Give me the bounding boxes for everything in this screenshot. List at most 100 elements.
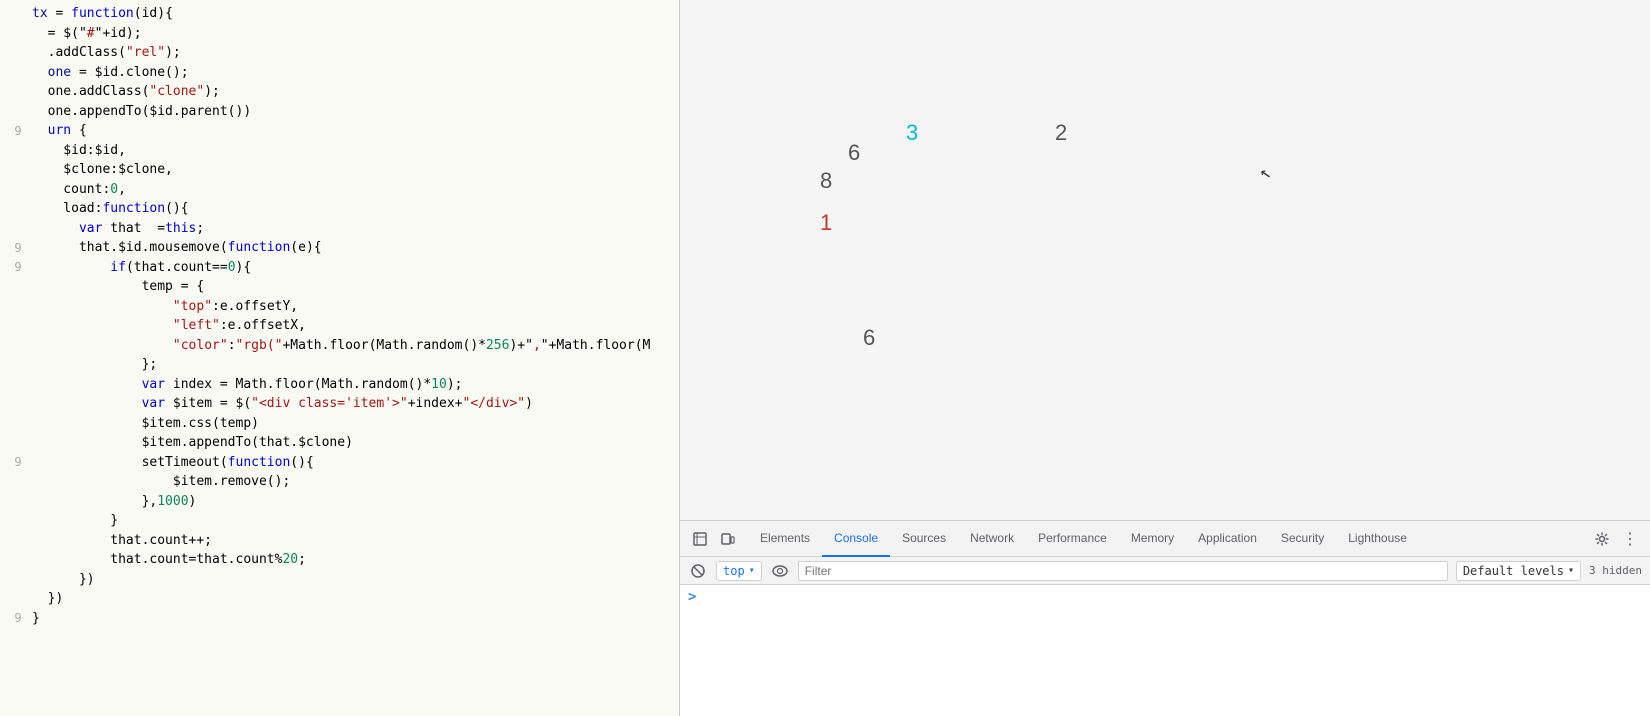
cursor-pointer: ↖ [1258,161,1272,184]
line-content: tx = function(id){ [28,4,679,24]
devtools-tabs-toolbar: Elements Console Sources Network Perform… [680,521,1650,557]
line-gutter [8,336,28,356]
line-gutter [8,24,28,44]
line-gutter [8,82,28,102]
line-content: } [28,511,679,531]
line-gutter [8,492,28,512]
float-num-6a: 6 [848,140,860,166]
code-line-21: var $item = $("<div class='item'>"+index… [0,394,679,414]
code-line-22: $item.css(temp) [0,414,679,434]
code-line-9: $clone:$clone, [0,160,679,180]
devtools-left-icons [688,527,740,551]
line-content: that.count=that.count%20; [28,550,679,570]
line-content: }; [28,355,679,375]
line-content: urn { [28,121,679,141]
line-content: "top":e.offsetY, [28,297,679,317]
line-gutter [8,355,28,375]
float-num-2: 2 [1055,120,1067,146]
line-gutter [8,180,28,200]
line-gutter [8,160,28,180]
main-layout: tx = function(id){ = $("#"+id); .addClas… [0,0,1650,716]
line-content: = $("#"+id); [28,24,679,44]
code-line-19: }; [0,355,679,375]
line-gutter [8,102,28,122]
line-content: var that =this; [28,219,679,239]
line-content: $id:$id, [28,141,679,161]
tab-performance[interactable]: Performance [1026,521,1119,557]
devtools-right-icons: ⋮ [1590,527,1642,551]
more-options-button[interactable]: ⋮ [1618,527,1642,551]
tab-security[interactable]: Security [1269,521,1336,557]
tab-lighthouse[interactable]: Lighthouse [1336,521,1419,557]
tab-network[interactable]: Network [958,521,1026,557]
line-content: temp = { [28,277,679,297]
line-gutter [8,141,28,161]
line-content: }) [28,570,679,590]
float-num-6b: 6 [863,325,875,351]
line-content: var $item = $("<div class='item'>"+index… [28,394,679,414]
line-content: if(that.count==0){ [28,258,679,278]
code-line-27: } [0,511,679,531]
code-line-20: var index = Math.floor(Math.random()*10)… [0,375,679,395]
code-line-28: that.count++; [0,531,679,551]
line-content: count:0, [28,180,679,200]
line-content: "left":e.offsetX, [28,316,679,336]
line-content: that.count++; [28,531,679,551]
tab-memory[interactable]: Memory [1119,521,1186,557]
tab-console[interactable]: Console [822,521,890,557]
tab-application[interactable]: Application [1186,521,1269,557]
code-line-24: 9 setTimeout(function(){ [0,453,679,473]
line-content: one = $id.clone(); [28,63,679,83]
line-gutter [8,394,28,414]
code-line-15: temp = { [0,277,679,297]
console-filter-input[interactable] [798,561,1448,581]
line-gutter: 9 [8,121,28,141]
console-content: > [680,585,1650,716]
line-gutter [8,4,28,24]
line-gutter [8,550,28,570]
devtools-panel: Elements Console Sources Network Perform… [680,520,1650,716]
line-content: $item.css(temp) [28,414,679,434]
console-levels-selector[interactable]: Default levels ▾ [1456,561,1581,581]
code-line-11: load:function(){ [0,199,679,219]
console-context-selector[interactable]: top ▾ [716,561,762,581]
line-gutter [8,277,28,297]
code-line-5: one.addClass("clone"); [0,82,679,102]
line-content: }) [28,589,679,609]
hidden-count-badge: 3 hidden [1589,564,1642,577]
line-gutter [8,297,28,317]
line-gutter: 9 [8,609,28,629]
line-content: },1000) [28,492,679,512]
line-content: var index = Math.floor(Math.random()*10)… [28,375,679,395]
line-content: $item.appendTo(that.$clone) [28,433,679,453]
levels-chevron-icon: ▾ [1568,565,1574,576]
float-num-1: 1 [820,210,832,236]
console-eye-button[interactable] [770,561,790,581]
device-toggle-button[interactable] [716,527,740,551]
line-gutter [8,219,28,239]
code-line-16: "top":e.offsetY, [0,297,679,317]
line-gutter: 9 [8,453,28,473]
line-content: one.appendTo($id.parent()) [28,102,679,122]
tab-elements[interactable]: Elements [748,521,822,557]
settings-button[interactable] [1590,527,1614,551]
line-gutter [8,570,28,590]
code-line-31: }) [0,589,679,609]
line-content: $item.remove(); [28,472,679,492]
code-line-30: }) [0,570,679,590]
console-clear-button[interactable] [688,561,708,581]
code-line-25: $item.remove(); [0,472,679,492]
inspect-element-button[interactable] [688,527,712,551]
code-line-3: .addClass("rel"); [0,43,679,63]
line-gutter: 9 [8,258,28,278]
float-num-8: 8 [820,168,832,194]
preview-area: 3 2 6 8 1 6 ↖ [680,0,1650,520]
code-line-29: that.count=that.count%20; [0,550,679,570]
line-gutter [8,43,28,63]
line-gutter [8,511,28,531]
levels-label: Default levels [1463,564,1564,578]
code-line-26: },1000) [0,492,679,512]
tab-sources[interactable]: Sources [890,521,958,557]
code-line-4: one = $id.clone(); [0,63,679,83]
code-line-32: 9 } [0,609,679,629]
